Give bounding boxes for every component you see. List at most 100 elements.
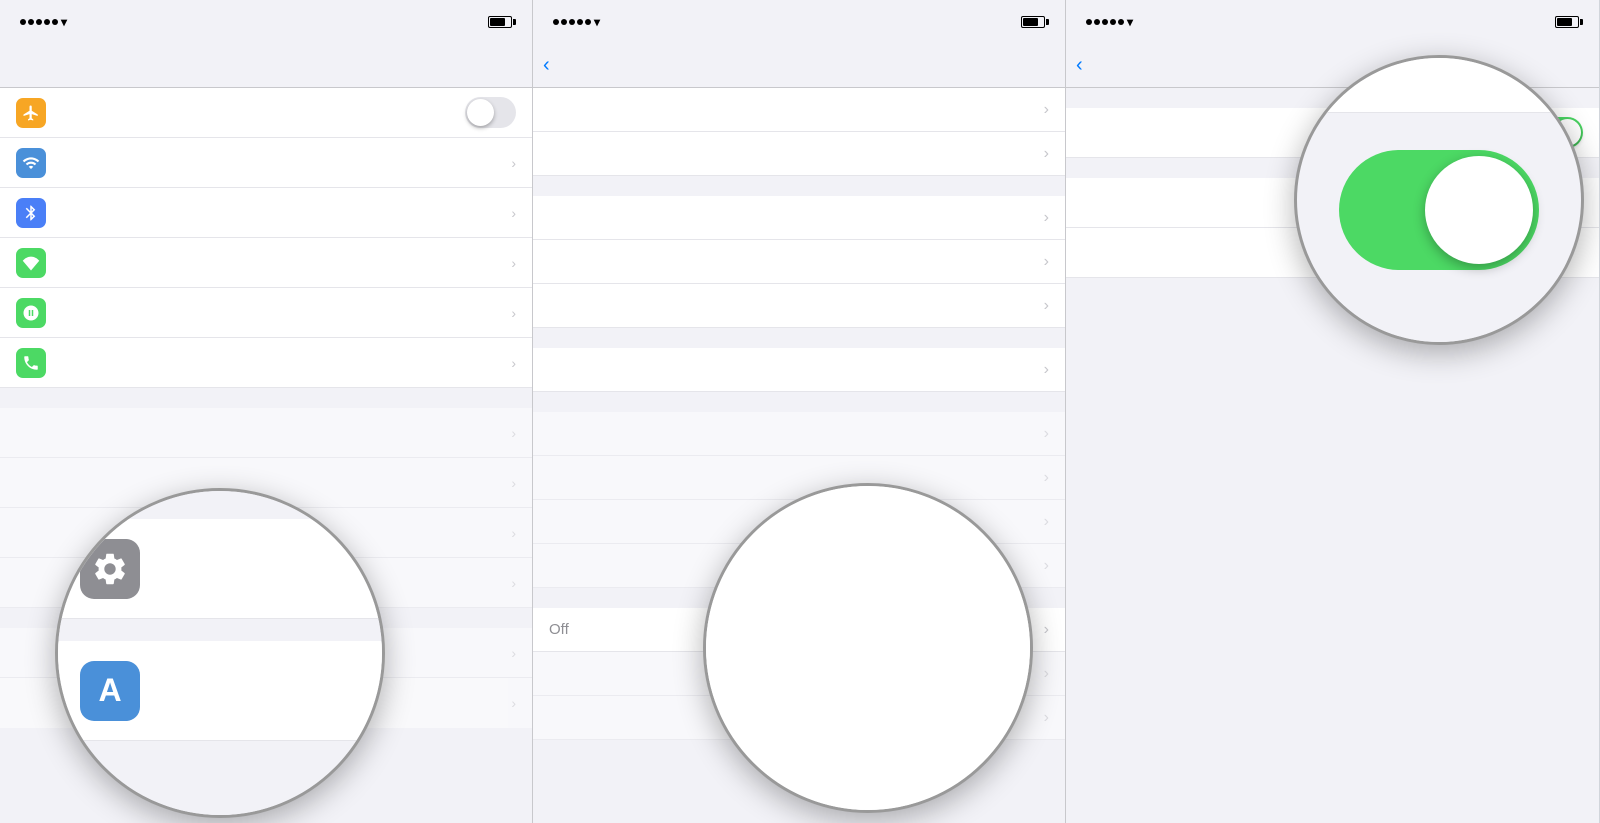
signal-left-3: ▾	[1086, 15, 1133, 29]
extra-chevron-3: ›	[511, 525, 516, 541]
about-chevron: ›	[1044, 101, 1049, 119]
settings-panel: ▾ ›	[0, 0, 533, 823]
airplane-icon	[22, 104, 40, 122]
hotspot-icon	[22, 304, 40, 322]
row-carrier[interactable]: ›	[0, 338, 532, 388]
extra-chevron-2: ›	[511, 475, 516, 491]
g10-chevron: ›	[1044, 469, 1049, 487]
handoff-chevron: ›	[1044, 253, 1049, 271]
row-g9[interactable]: ›	[533, 412, 1065, 456]
row-carplay[interactable]: ›	[533, 284, 1065, 328]
gen-gap-2	[533, 328, 1065, 348]
g9-chevron: ›	[1044, 425, 1049, 443]
status-bar-2: ▾	[533, 0, 1065, 44]
row-software[interactable]: ›	[533, 132, 1065, 176]
magnify-gap	[58, 619, 382, 641]
row-spotlight[interactable]: ›	[533, 196, 1065, 240]
display-a-icon: A	[98, 672, 121, 709]
signal-dots	[20, 19, 58, 25]
extra-chevron-6: ›	[511, 695, 516, 711]
row-about[interactable]: ›	[533, 88, 1065, 132]
dot5	[52, 19, 58, 25]
battery-icon-1	[488, 16, 512, 28]
row-hotspot[interactable]: ›	[0, 288, 532, 338]
dot3	[36, 19, 42, 25]
magnify-circle-2	[703, 483, 1033, 813]
wifi-label-1: ▾	[61, 15, 67, 29]
big-toggle	[1339, 150, 1539, 270]
general-panel: ▾ ‹ › › › ›	[533, 0, 1066, 823]
back-chevron-3: ‹	[1076, 54, 1083, 77]
airplane-icon-bg	[16, 98, 46, 128]
signal-left-2: ▾	[553, 15, 600, 29]
wifi-chevron: ›	[511, 155, 516, 171]
software-chevron: ›	[1044, 145, 1049, 163]
magnify-circle-1: A	[55, 488, 385, 818]
row-bluetooth[interactable]: ›	[0, 188, 532, 238]
dot4	[44, 19, 50, 25]
row-g10[interactable]: ›	[533, 456, 1065, 500]
signal-dots-3	[1086, 19, 1124, 25]
datetime-panel: ▾ ‹	[1066, 0, 1599, 823]
wifi-icon-bg	[16, 148, 46, 178]
airplane-toggle[interactable]	[465, 97, 516, 128]
nav-bar-1	[0, 44, 532, 88]
g14-chevron: ›	[1044, 665, 1049, 683]
gap1	[0, 388, 532, 408]
status-bar-1: ▾	[0, 0, 532, 44]
battery-icon-2	[1021, 16, 1045, 28]
row-cellular[interactable]: ›	[0, 238, 532, 288]
magnify-circle-3	[1294, 55, 1584, 345]
dot4-2	[577, 19, 583, 25]
nav-bar-2: ‹	[533, 44, 1065, 88]
battery-icon-3	[1555, 16, 1579, 28]
dot1-3	[1086, 19, 1092, 25]
battery-area-1	[485, 16, 512, 28]
cellular-icon	[22, 254, 40, 272]
back-chevron-2: ‹	[543, 54, 550, 77]
cellular-chevron: ›	[511, 255, 516, 271]
battery-2	[1018, 16, 1045, 28]
extra-chevron-1: ›	[511, 425, 516, 441]
dot2-2	[561, 19, 567, 25]
back-button-2[interactable]: ‹	[543, 54, 553, 77]
cellular-icon-bg	[16, 248, 46, 278]
g11-chevron: ›	[1044, 513, 1049, 531]
status-bar-3: ▾	[1066, 0, 1599, 44]
carrier-chevron: ›	[511, 355, 516, 371]
dot3-3	[1102, 19, 1108, 25]
big-toggle-container	[1339, 150, 1539, 270]
gen-gap-1	[533, 176, 1065, 196]
accessibility-chevron: ›	[1044, 361, 1049, 379]
dot5-3	[1118, 19, 1124, 25]
magnify-datetime-text	[848, 628, 888, 668]
row-airplane[interactable]	[0, 88, 532, 138]
dot5-2	[585, 19, 591, 25]
back-button-3[interactable]: ‹	[1076, 54, 1086, 77]
magnify-topbar	[1297, 58, 1581, 113]
bluetooth-icon	[22, 204, 40, 222]
wifi-icon	[22, 154, 40, 172]
magnify-bottom	[1297, 262, 1581, 342]
row-handoff[interactable]: ›	[533, 240, 1065, 284]
wifi-icon-3: ▾	[1127, 15, 1133, 29]
extra-chevron-4: ›	[511, 575, 516, 591]
dot4-3	[1110, 19, 1116, 25]
g15-chevron: ›	[1044, 709, 1049, 727]
bluetooth-chevron: ›	[511, 205, 516, 221]
dot3-2	[569, 19, 575, 25]
wifi-icon-2: ▾	[594, 15, 600, 29]
display-icon-bg: A	[80, 661, 140, 721]
row-accessibility[interactable]: ›	[533, 348, 1065, 392]
gear-icon	[91, 550, 129, 588]
row-extra-1[interactable]: ›	[0, 408, 532, 458]
carrier-icon	[22, 354, 40, 372]
signal-dots-2	[553, 19, 591, 25]
signal-left: ▾	[20, 15, 67, 29]
row-wifi[interactable]: ›	[0, 138, 532, 188]
spotlight-chevron: ›	[1044, 209, 1049, 227]
gen-gap-3	[533, 392, 1065, 412]
carrier-icon-bg	[16, 348, 46, 378]
extra-chevron-5: ›	[511, 645, 516, 661]
datetime-entry-chevron: ›	[1044, 621, 1049, 639]
